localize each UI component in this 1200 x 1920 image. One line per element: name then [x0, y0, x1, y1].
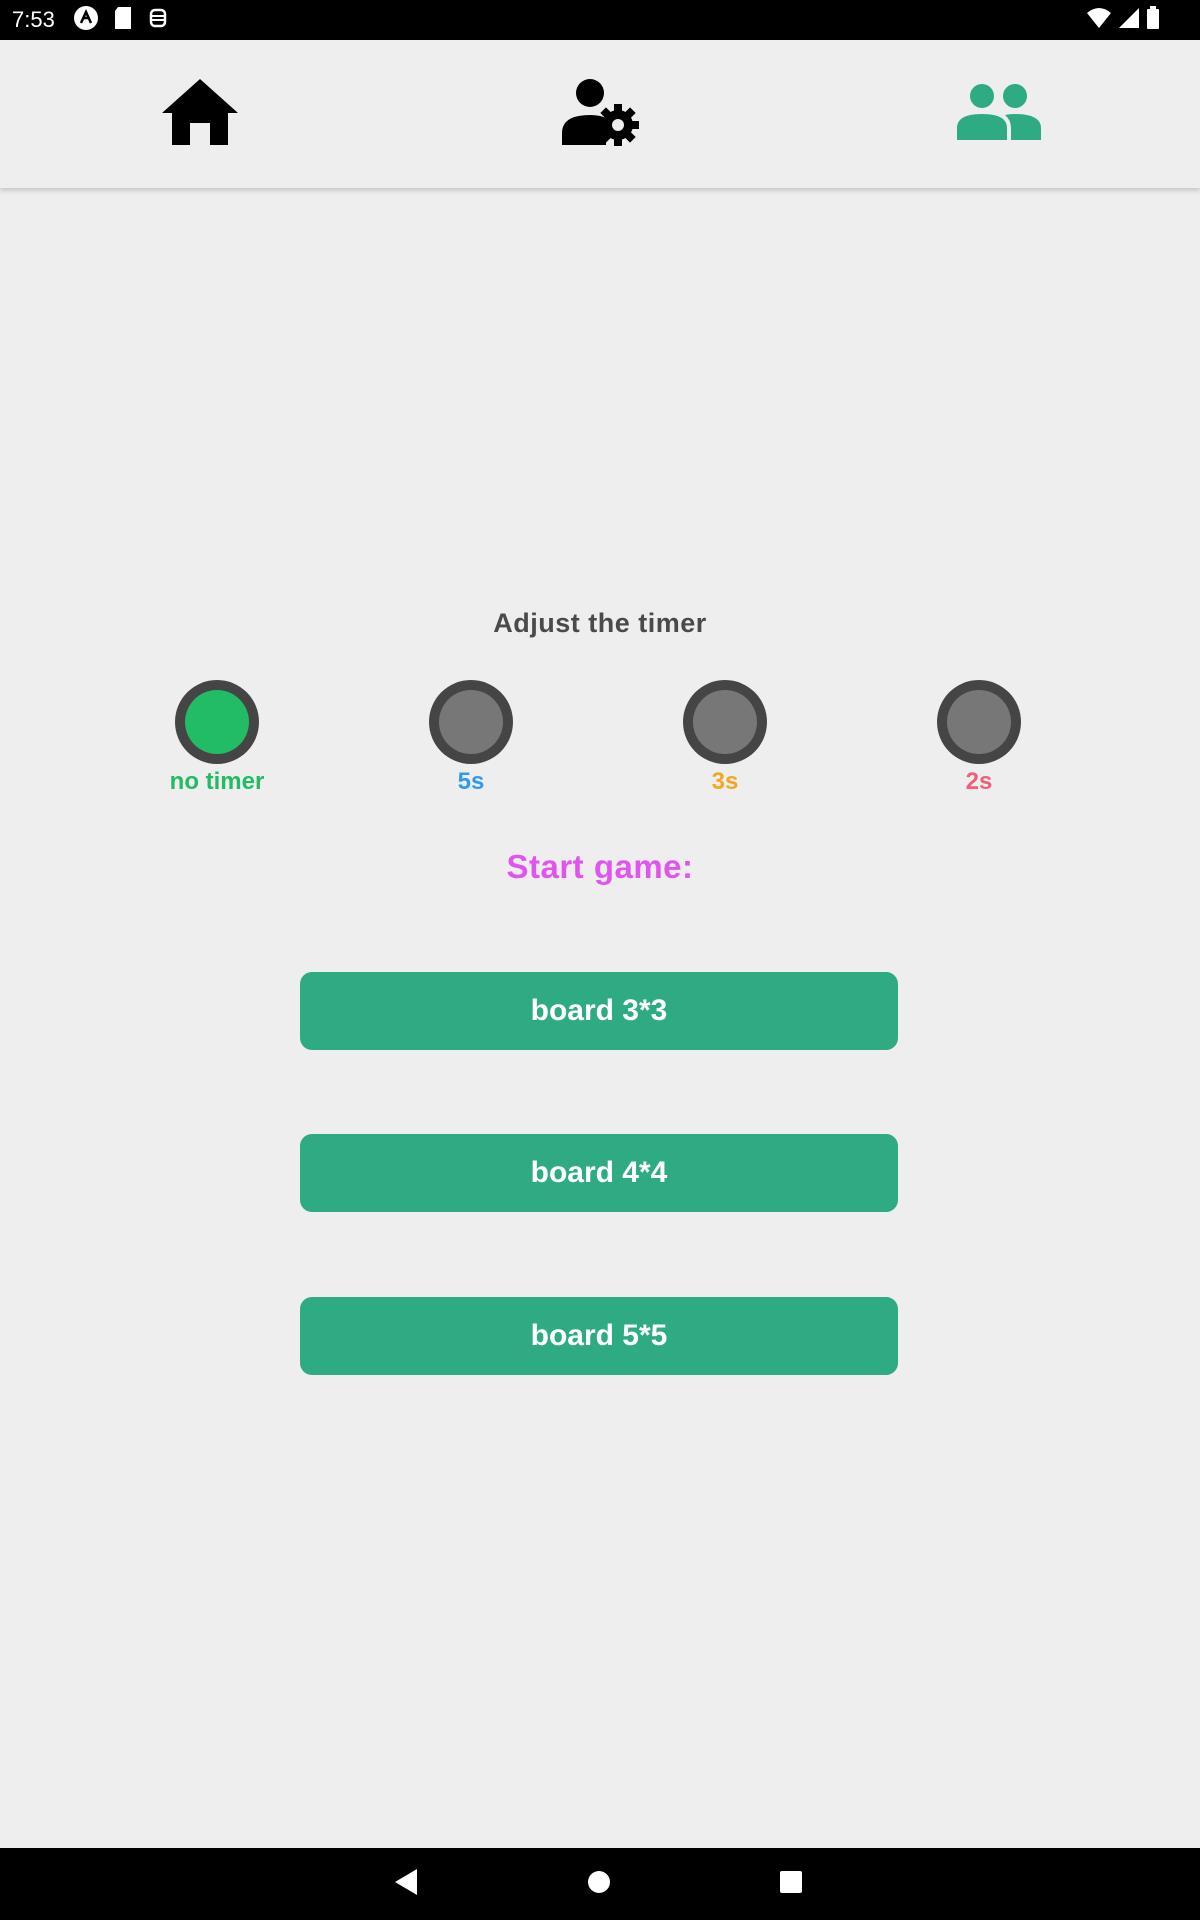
signal-icon	[1118, 7, 1140, 34]
radio-button[interactable]	[429, 680, 513, 764]
back-icon	[393, 1868, 419, 1901]
top-nav	[0, 40, 1200, 188]
radio-fill	[693, 690, 757, 754]
board-3x3-button[interactable]: board 3*3	[300, 972, 898, 1050]
timer-label-no-timer: no timer	[169, 768, 265, 795]
back-button[interactable]	[366, 1848, 446, 1920]
user-settings-icon	[560, 77, 640, 152]
timer-label-5s: 5s	[457, 768, 485, 795]
timer-option-2s[interactable]: 2s	[899, 680, 1059, 796]
tab-home[interactable]	[0, 40, 400, 188]
board-4x4-button[interactable]: board 4*4	[300, 1134, 898, 1212]
radio-fill	[185, 690, 249, 754]
timer-option-5s[interactable]: 5s	[391, 680, 551, 796]
timer-label-3s: 3s	[711, 768, 739, 795]
group-icon	[955, 82, 1045, 147]
debug-icon	[147, 6, 169, 35]
battery-icon	[1146, 5, 1160, 35]
tab-multiplayer[interactable]	[800, 40, 1200, 188]
radio-button[interactable]	[683, 680, 767, 764]
app-notification-icon	[73, 5, 99, 36]
board-5x5-button[interactable]: board 5*5	[300, 1297, 898, 1375]
wifi-icon	[1086, 7, 1112, 34]
timer-option-3s[interactable]: 3s	[645, 680, 805, 796]
tab-player-settings[interactable]	[400, 40, 800, 188]
timer-title: Adjust the timer	[493, 608, 707, 638]
system-nav-bar	[0, 1848, 1200, 1920]
home-icon	[160, 77, 240, 152]
home-button[interactable]	[559, 1848, 639, 1920]
home-circle-icon	[586, 1869, 612, 1900]
timer-option-no-timer[interactable]: no timer	[137, 680, 297, 796]
radio-fill	[947, 690, 1011, 754]
timer-label-2s: 2s	[965, 768, 993, 795]
status-time: 7:53	[12, 7, 55, 32]
radio-button[interactable]	[175, 680, 259, 764]
recents-button[interactable]	[751, 1848, 831, 1920]
recents-icon	[778, 1869, 804, 1900]
start-game-title: Start game:	[506, 848, 694, 885]
sd-card-icon	[113, 6, 133, 35]
status-bar: 7:53	[0, 0, 1200, 40]
radio-fill	[439, 690, 503, 754]
radio-button[interactable]	[937, 680, 1021, 764]
